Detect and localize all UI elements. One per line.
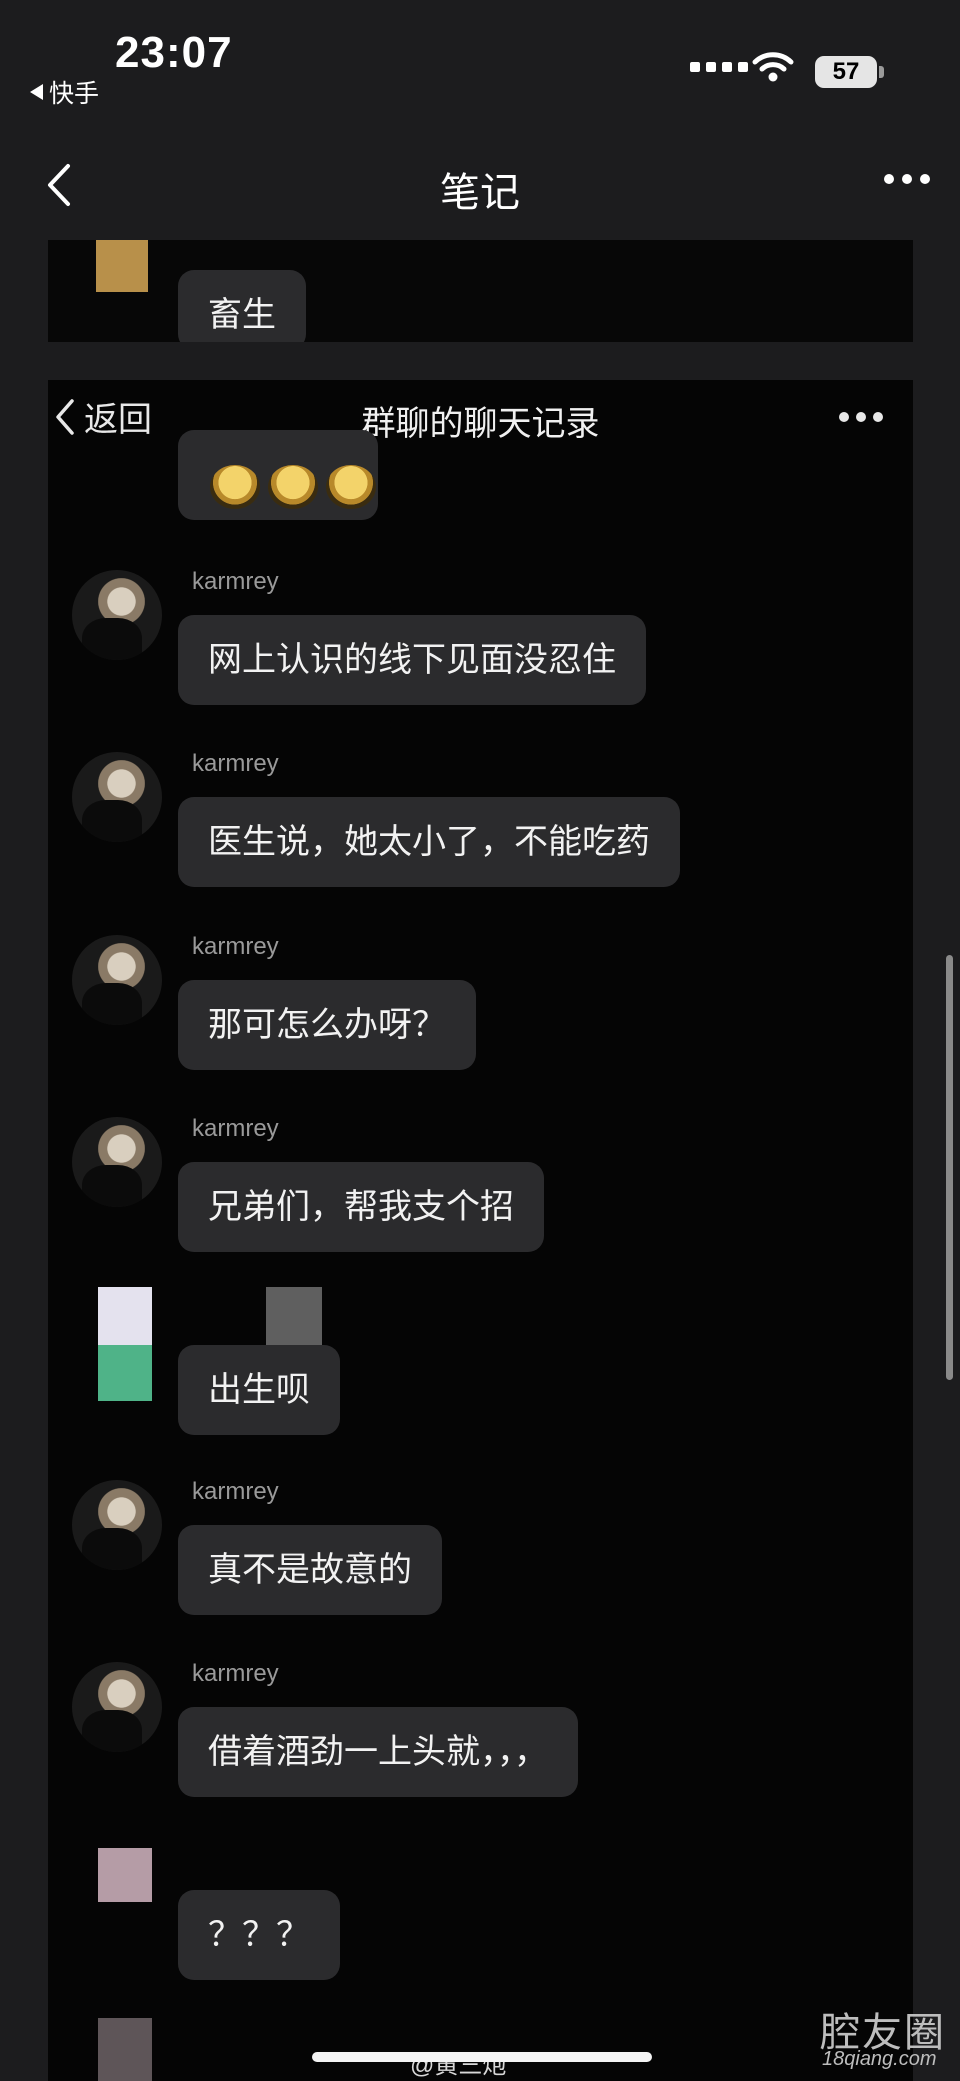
- avatar: [72, 1117, 162, 1207]
- sender-name: karmrey: [192, 1660, 279, 1687]
- sender-name: karmrey: [192, 750, 279, 777]
- screenshot-snippet-top: 畜生: [48, 240, 913, 342]
- pixelated-avatar: [98, 2018, 152, 2081]
- blurred-avatar: [96, 240, 148, 292]
- message-bubble: 网上认识的线下见面没忍住: [178, 615, 646, 705]
- chat-history-screenshot: 返回 群聊的聊天记录 karmrey 网上认识的线下见面没忍住 karmrey …: [48, 380, 913, 2081]
- site-watermark-url: 18qiang.com: [822, 2048, 937, 2070]
- avatar: [72, 1480, 162, 1570]
- pixelated-avatar: [98, 1848, 152, 1902]
- battery-indicator: 57: [815, 56, 877, 88]
- message-bubble: 出生呗: [178, 1345, 340, 1435]
- message-bubble: 真不是故意的: [178, 1525, 442, 1615]
- message-bubble: ？？？: [178, 1890, 340, 1980]
- sender-name: karmrey: [192, 568, 279, 595]
- avatar: [72, 935, 162, 1025]
- message-bubble: 那可怎么办呀？: [178, 980, 476, 1070]
- status-bar: 23:07 快手 57: [0, 0, 960, 120]
- cellular-signal-icon: [690, 62, 748, 72]
- frightened-emoji-icon: [210, 465, 260, 509]
- message-bubble: 兄弟们，帮我支个招: [178, 1162, 544, 1252]
- sender-name: karmrey: [192, 1478, 279, 1505]
- home-indicator[interactable]: [312, 2052, 652, 2062]
- back-app-label: 快手: [49, 80, 100, 108]
- back-to-app-link[interactable]: 快手: [30, 74, 99, 110]
- message-bubble: 畜生: [178, 270, 306, 342]
- pixelated-avatar: [98, 1287, 152, 1345]
- avatar: [72, 1662, 162, 1752]
- wifi-icon: [752, 52, 794, 82]
- message-bubble: 医生说，她太小了，不能吃药: [178, 797, 680, 887]
- avatar: [72, 570, 162, 660]
- more-options-icon[interactable]: [884, 174, 930, 184]
- scrollbar[interactable]: [946, 955, 953, 1380]
- inner-more-icon: [839, 412, 883, 422]
- frightened-emoji-icon: [326, 465, 376, 509]
- message-bubble: 借着酒劲一上头就，，，: [178, 1707, 578, 1797]
- weibo-watermark: @黄三炮: [410, 2052, 507, 2079]
- sender-name: karmrey: [192, 1115, 279, 1142]
- pixelated-avatar: [98, 1345, 152, 1401]
- inner-chat-title: 群聊的聊天记录: [361, 405, 600, 443]
- sender-name: karmrey: [192, 933, 279, 960]
- pixelated-name: [266, 1287, 322, 1345]
- frightened-emoji-icon: [268, 465, 318, 509]
- battery-tip-icon: [879, 66, 884, 78]
- navigation-bar: 笔记: [0, 140, 960, 230]
- status-time: 23:07: [115, 28, 233, 77]
- page-title: 笔记: [440, 171, 520, 215]
- avatar: [72, 752, 162, 842]
- back-triangle-icon: [30, 84, 43, 100]
